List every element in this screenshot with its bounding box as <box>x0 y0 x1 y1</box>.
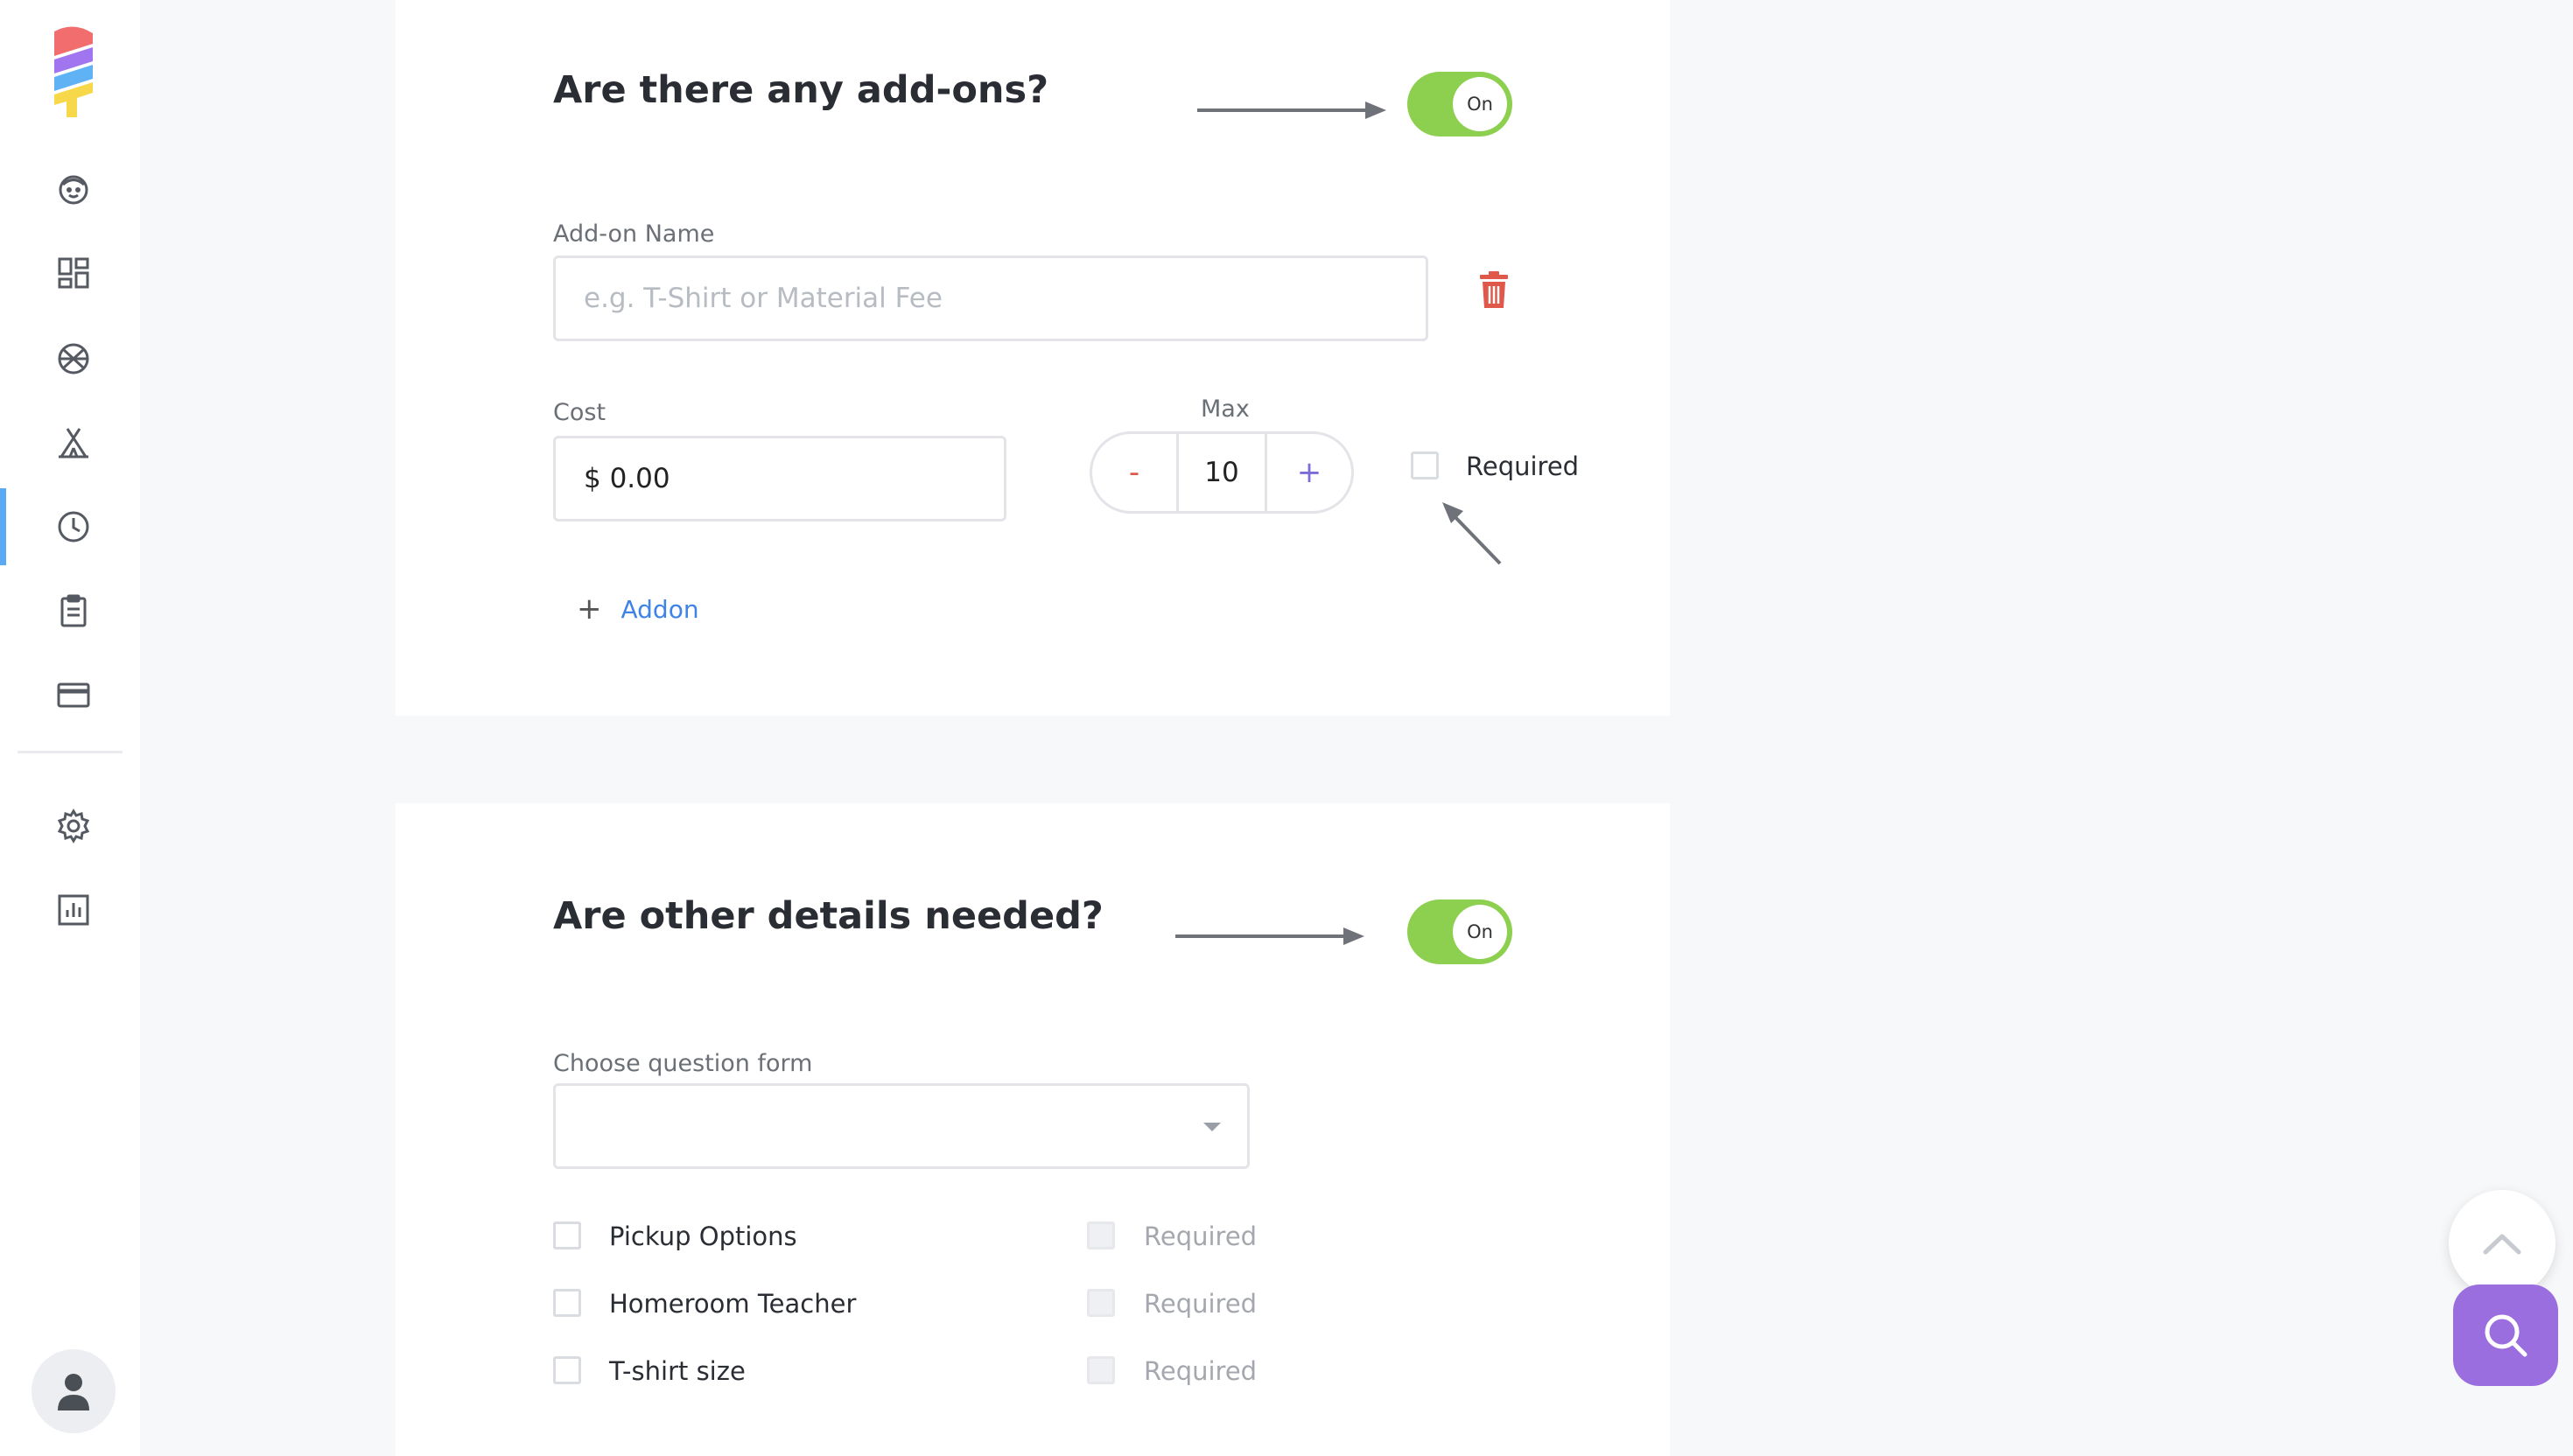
trash-icon[interactable] <box>1479 271 1509 308</box>
chevron-down-icon <box>1203 1123 1221 1131</box>
arrow-right-icon <box>1197 102 1386 119</box>
user-icon <box>58 1374 89 1410</box>
max-increment-button[interactable]: + <box>1267 434 1351 511</box>
max-value[interactable]: 10 <box>1176 434 1267 511</box>
cost-input[interactable] <box>553 436 1006 522</box>
question-form-select[interactable] <box>553 1083 1250 1169</box>
max-stepper: - 10 + <box>1090 431 1354 514</box>
sidebar-divider <box>18 751 123 753</box>
max-label: Max <box>1201 396 1250 423</box>
plus-icon: + <box>577 592 602 626</box>
addons-card: Are there any add-ons? On Add-on Name Co… <box>396 0 1670 716</box>
dashboard-icon <box>58 257 89 289</box>
nav-item-forms[interactable] <box>51 588 96 634</box>
credit-card-icon <box>57 682 90 708</box>
addon-required-checkbox[interactable] <box>1411 452 1439 480</box>
nav-item-payments[interactable] <box>51 672 96 718</box>
addons-section-title: Are there any add-ons? <box>553 68 1049 112</box>
question-required-checkbox-homeroom[interactable] <box>1087 1289 1115 1317</box>
max-decrement-button[interactable]: - <box>1092 434 1176 511</box>
clipboard-icon <box>60 594 87 627</box>
question-form-label: Choose question form <box>553 1050 813 1077</box>
nav-item-reports[interactable] <box>51 887 96 933</box>
nav-item-schedule[interactable] <box>51 504 96 550</box>
details-card: Are other details needed? On Choose ques… <box>396 803 1670 1456</box>
arrow-right-icon <box>1175 928 1364 945</box>
addon-name-label: Add-on Name <box>553 220 715 248</box>
gear-icon <box>57 808 90 844</box>
question-checkbox-homeroom[interactable] <box>553 1289 581 1317</box>
question-required-checkbox-tshirt[interactable] <box>1087 1356 1115 1384</box>
search-icon <box>2485 1314 2527 1357</box>
question-checkbox-tshirt[interactable] <box>553 1356 581 1384</box>
arrow-up-left-icon <box>1442 502 1502 565</box>
search-button[interactable] <box>2453 1284 2558 1386</box>
details-toggle[interactable]: On <box>1407 900 1512 964</box>
face-icon <box>59 175 88 205</box>
add-addon-label: Addon <box>620 594 699 624</box>
camp-tent-icon <box>59 428 88 458</box>
question-checkbox-pickup[interactable] <box>553 1222 581 1250</box>
addon-required-label: Required <box>1466 452 1580 481</box>
addon-name-input[interactable] <box>553 256 1428 341</box>
sidebar <box>0 0 140 1456</box>
addons-toggle[interactable]: On <box>1407 72 1512 136</box>
question-required-checkbox-pickup[interactable] <box>1087 1222 1115 1250</box>
user-avatar[interactable] <box>32 1349 116 1433</box>
bar-chart-icon <box>58 894 89 926</box>
details-section-title: Are other details needed? <box>553 894 1104 938</box>
question-label-pickup: Pickup Options <box>609 1222 797 1251</box>
addons-toggle-label: On <box>1453 77 1507 131</box>
basketball-icon <box>58 343 89 374</box>
active-nav-indicator <box>0 488 6 565</box>
details-toggle-label: On <box>1453 905 1507 959</box>
popsicle-logo-icon[interactable] <box>46 24 102 117</box>
question-required-label-homeroom: Required <box>1144 1289 1258 1319</box>
question-label-homeroom: Homeroom Teacher <box>609 1289 857 1319</box>
clock-icon <box>58 511 89 542</box>
question-required-label-pickup: Required <box>1144 1222 1258 1251</box>
scroll-to-top-button[interactable] <box>2449 1190 2555 1297</box>
question-label-tshirt: T-shirt size <box>609 1356 746 1386</box>
chevron-up-icon <box>2483 1234 2521 1255</box>
nav-item-sports[interactable] <box>51 336 96 382</box>
nav-item-dashboard[interactable] <box>51 250 96 296</box>
nav-item-camps[interactable] <box>51 420 96 466</box>
add-addon-button[interactable]: + Addon <box>577 592 699 626</box>
nav-item-children[interactable] <box>51 166 96 212</box>
nav-item-settings[interactable] <box>51 803 96 849</box>
question-required-label-tshirt: Required <box>1144 1356 1258 1386</box>
cost-label: Cost <box>553 399 606 426</box>
